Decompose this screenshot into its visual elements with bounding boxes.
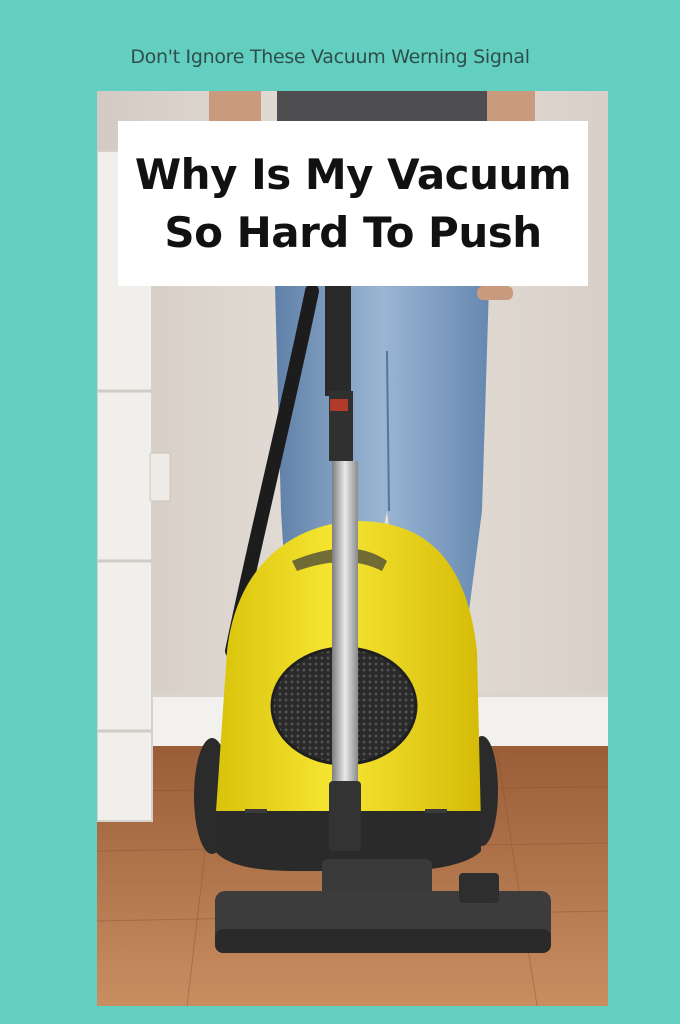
title-line-2: So Hard To Push: [164, 207, 542, 257]
vacuum-photo: Why Is My Vacuum So Hard To Push: [97, 91, 608, 1006]
title-line-1: Why Is My Vacuum: [134, 149, 572, 199]
top-caption: Don't Ignore These Vacuum Werning Signal: [130, 46, 530, 68]
title-box: Why Is My Vacuum So Hard To Push: [118, 121, 588, 286]
